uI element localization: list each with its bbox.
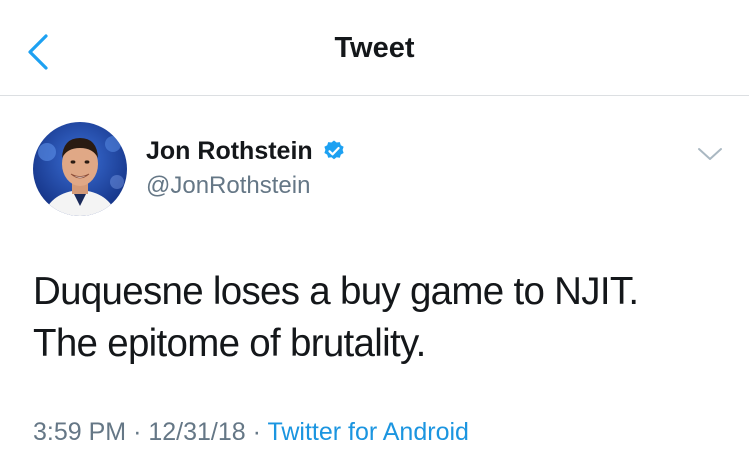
tweet-source-link[interactable]: Twitter for Android (267, 418, 468, 446)
display-name[interactable]: Jon Rothstein (146, 137, 313, 166)
tweet-time: 3:59 PM (33, 418, 127, 446)
tweet-date: 12/31/18 (148, 418, 246, 446)
meta-separator: · (252, 418, 261, 446)
tweet-text-line: Duquesne loses a buy game to NJIT. (33, 270, 639, 313)
profile-photo (33, 122, 127, 216)
author-name-row: Jon Rothstein (146, 134, 346, 168)
avatar[interactable] (33, 122, 127, 216)
tweet-text: Duquesne loses a buy game to NJIT. The e… (33, 266, 723, 370)
tweet-text-line: The epitome of brutality. (33, 322, 426, 365)
meta-separator: · (133, 418, 142, 446)
chevron-down-icon (698, 148, 722, 160)
page-title: Tweet (334, 32, 415, 64)
tweet-metadata: 3:59 PM · 12/31/18 · Twitter for Android (33, 418, 469, 447)
verified-badge-icon (322, 139, 346, 163)
navigation-bar: Tweet (0, 0, 749, 96)
tweet-options-button[interactable] (694, 140, 726, 168)
user-handle[interactable]: @JonRothstein (146, 172, 310, 200)
